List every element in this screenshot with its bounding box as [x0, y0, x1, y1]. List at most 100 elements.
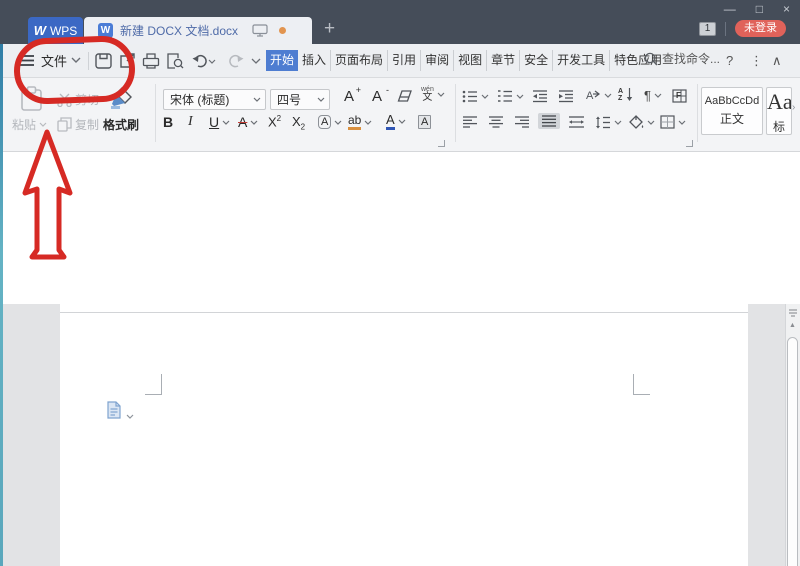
align-right-icon — [515, 116, 529, 128]
window-edge-strip — [0, 44, 3, 566]
increase-indent-button[interactable] — [558, 90, 574, 103]
new-tab-button[interactable]: + — [324, 18, 335, 40]
strikethrough-button[interactable]: A — [238, 114, 258, 130]
style-name: 正文 — [719, 112, 744, 126]
page-margin-corner-mark — [633, 374, 650, 395]
style-gallery-scroll-button[interactable]: › — [792, 102, 795, 113]
help-icon: ? — [726, 53, 734, 68]
collapse-ribbon-button[interactable]: ∧ — [772, 44, 782, 77]
numbered-list-icon — [498, 90, 512, 102]
text-effects-button[interactable]: A — [318, 115, 342, 129]
redo-button[interactable] — [226, 52, 246, 70]
tab-security[interactable]: 安全 — [520, 50, 554, 71]
undo-button[interactable] — [190, 52, 218, 70]
scrollbar-thumb[interactable] — [787, 337, 798, 566]
italic-button[interactable]: I — [188, 114, 193, 130]
shading-button[interactable] — [628, 115, 655, 129]
customize-toolbar-button[interactable] — [246, 52, 266, 70]
align-left-button[interactable] — [462, 116, 478, 128]
chevron-down-icon — [222, 120, 230, 125]
text-direction-button[interactable]: A — [584, 88, 612, 103]
style-normal[interactable]: AaBbCcDd 正文 — [701, 87, 763, 135]
shrink-font-button[interactable]: A- — [372, 85, 390, 105]
font-family-select[interactable]: 宋体 (标题) — [163, 89, 266, 110]
bold-button[interactable]: B — [163, 114, 173, 130]
document-page[interactable] — [60, 312, 748, 566]
more-options-button[interactable]: ⋮ — [750, 44, 763, 77]
tab-page-layout[interactable]: 页面布局 — [331, 50, 389, 71]
help-button[interactable]: ? — [726, 44, 733, 77]
chevron-down-icon — [334, 120, 342, 125]
arrow-down-icon — [626, 88, 633, 101]
tab-references[interactable]: 引用 — [388, 50, 422, 71]
superscript-button[interactable]: X2 — [268, 114, 281, 129]
print-button[interactable] — [141, 52, 161, 70]
maximize-button[interactable]: □ — [756, 2, 763, 16]
tab-developer[interactable]: 开发工具 — [553, 50, 611, 71]
wps-brand-label: WPS — [49, 23, 78, 38]
divider — [155, 84, 156, 142]
tab-insert[interactable]: 插入 — [298, 50, 332, 71]
divider — [725, 21, 726, 36]
print-preview-button[interactable] — [165, 52, 185, 70]
phonetic-guide-icon: wén 文 — [421, 86, 434, 103]
subscript-button[interactable]: X2 — [292, 114, 305, 132]
font-color-button[interactable]: A — [386, 113, 406, 130]
annotation-circle — [12, 34, 137, 106]
font-dialog-launcher[interactable] — [438, 140, 445, 147]
borders-button[interactable] — [660, 115, 686, 129]
highlight-color-button[interactable]: ab — [348, 114, 372, 130]
chevron-down-icon — [126, 414, 134, 419]
chevron-down-icon — [604, 93, 612, 98]
tab-home[interactable]: 开始 — [266, 50, 299, 71]
chevron-down-icon — [654, 93, 662, 98]
phonetic-guide-button[interactable]: wén 文 — [421, 86, 445, 103]
format-painter-label-button[interactable]: 格式刷 — [103, 116, 139, 133]
character-shading-button[interactable]: A — [418, 115, 432, 129]
sort-button[interactable]: AZ — [618, 87, 633, 102]
bullet-list-button[interactable] — [462, 90, 489, 103]
show-paragraph-marks-button[interactable]: ¶ — [644, 88, 662, 103]
paragraph-dialog-launcher[interactable] — [686, 140, 693, 147]
monitor-icon[interactable] — [252, 24, 268, 37]
document-tab-title: 新建 DOCX 文档.docx — [120, 24, 239, 38]
document-area[interactable]: 软件技巧 ▲ — [0, 152, 800, 566]
bullet-list-icon — [462, 90, 477, 103]
grow-font-button[interactable]: A + — [344, 85, 361, 105]
search-command-input[interactable]: 查找命令... — [644, 50, 720, 67]
page-margin-corner-mark — [145, 374, 162, 395]
chevron-down-icon — [437, 92, 445, 97]
align-center-button[interactable] — [488, 116, 504, 128]
underline-button[interactable]: U — [209, 114, 230, 130]
workspace-badge[interactable]: 1 — [699, 21, 716, 36]
tab-view[interactable]: 视图 — [454, 50, 488, 71]
distribute-button[interactable] — [568, 116, 585, 128]
vertical-scrollbar[interactable]: ▲ — [785, 304, 800, 566]
divider — [455, 84, 456, 142]
clear-format-button[interactable] — [396, 89, 413, 103]
line-spacing-button[interactable] — [595, 116, 622, 129]
align-right-button[interactable] — [514, 116, 530, 128]
scroll-up-button[interactable]: ▲ — [789, 322, 796, 329]
font-size-value: 四号 — [277, 93, 302, 107]
align-left-icon — [463, 116, 477, 128]
wps-writer-window: — □ × 1 未登录 W WPS W 新建 DOCX 文档.docx + 文件… — [0, 0, 800, 566]
ruler-toggle-icon[interactable] — [788, 308, 798, 318]
shrink-font-icon: A- — [372, 85, 390, 105]
align-center-icon — [489, 116, 503, 128]
tab-review[interactable]: 审阅 — [421, 50, 455, 71]
numbered-list-button[interactable] — [497, 90, 524, 103]
tab-section[interactable]: 章节 — [487, 50, 521, 71]
increase-indent-icon — [559, 90, 573, 103]
justify-icon — [542, 115, 556, 127]
style-heading1[interactable]: Aa 标 — [766, 87, 792, 135]
decrease-indent-button[interactable] — [532, 90, 548, 103]
undo-icon — [192, 54, 207, 68]
font-size-select[interactable]: 四号 — [270, 89, 330, 110]
close-button[interactable]: × — [783, 2, 790, 16]
minimize-button[interactable]: — — [724, 2, 736, 16]
text-effects-icon: A — [318, 115, 332, 129]
smart-tag-button[interactable] — [106, 401, 134, 419]
login-button[interactable]: 未登录 — [735, 20, 786, 37]
justify-button[interactable] — [538, 113, 560, 129]
